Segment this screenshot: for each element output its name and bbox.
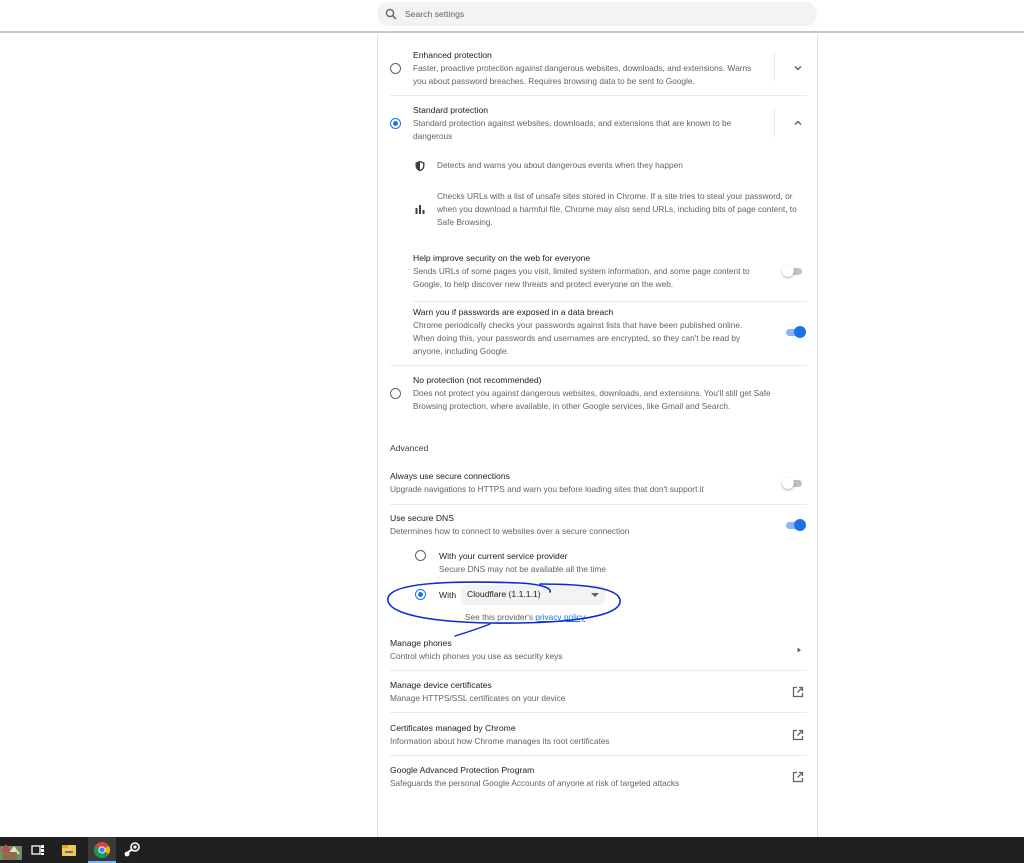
expand-enhanced-button[interactable]	[791, 61, 805, 75]
secure-dns-toggle[interactable]	[784, 519, 806, 531]
password-breach-title: Warn you if passwords are exposed in a d…	[413, 307, 614, 317]
device-certificates-desc: Manage HTTPS/SSL certificates on your de…	[390, 693, 566, 703]
external-link-icon	[792, 686, 804, 698]
divider	[390, 755, 807, 756]
toggle-knob	[782, 265, 794, 277]
help-improve-title: Help improve security on the web for eve…	[413, 253, 591, 263]
dns-current-provider-radio[interactable]	[415, 550, 426, 561]
settings-toolbar	[0, 0, 1024, 33]
dropdown-caret-icon	[591, 593, 599, 597]
shield-icon	[414, 160, 426, 172]
dns-current-provider-desc: Secure DNS may not be available all the …	[439, 564, 606, 574]
help-improve-toggle[interactable]	[782, 265, 804, 277]
advanced-protection-title: Google Advanced Protection Program	[390, 765, 535, 775]
chrome-certificates-button[interactable]	[791, 728, 805, 742]
enhanced-protection-desc: Faster, proactive protection against dan…	[413, 63, 752, 86]
toggle-knob	[794, 326, 806, 338]
standard-detail-urls: Checks URLs with a list of unsafe sites …	[437, 191, 797, 227]
manage-phones-title: Manage phones	[390, 638, 452, 648]
dns-provider-value: Cloudflare (1.1.1.1)	[467, 589, 541, 599]
external-link-icon	[792, 729, 804, 741]
password-breach-toggle[interactable]	[784, 326, 806, 338]
device-certificates-title: Manage device certificates	[390, 680, 492, 690]
device-certificates-button[interactable]	[791, 685, 805, 699]
secure-dns-desc: Determines how to connect to websites ov…	[390, 526, 630, 536]
dns-policy-text: See this provider's privacy policy	[465, 611, 745, 624]
bar-chart-icon	[414, 203, 426, 215]
divider	[390, 365, 807, 366]
steam-icon[interactable]	[122, 840, 142, 860]
dns-custom-label: With	[439, 590, 457, 600]
dns-provider-select[interactable]: Cloudflare (1.1.1.1)	[461, 585, 605, 605]
manage-phones-desc: Control which phones you use as security…	[390, 651, 563, 661]
dns-policy-prefix: See this provider's	[465, 612, 536, 622]
divider	[774, 53, 775, 81]
widgets-icon[interactable]	[0, 840, 22, 860]
standard-protection-title: Standard protection	[413, 105, 489, 115]
chevron-down-icon	[794, 65, 802, 71]
divider	[390, 670, 807, 671]
external-link-icon	[792, 771, 804, 783]
no-protection-title: No protection (not recommended)	[413, 375, 542, 385]
secure-connections-title: Always use secure connections	[390, 471, 510, 481]
help-improve-desc: Sends URLs of some pages you visit, limi…	[413, 266, 750, 289]
divider	[774, 109, 775, 137]
search-icon	[385, 8, 397, 20]
enhanced-protection-radio[interactable]	[390, 63, 401, 74]
search-input[interactable]	[405, 5, 805, 23]
chevron-up-icon	[794, 120, 802, 126]
chrome-certificates-desc: Information about how Chrome manages its…	[390, 736, 610, 746]
dns-custom-provider-radio[interactable]	[415, 589, 426, 600]
enhanced-protection-title: Enhanced protection	[413, 50, 492, 60]
advanced-protection-button[interactable]	[791, 770, 805, 784]
collapse-standard-button[interactable]	[791, 116, 805, 130]
dns-current-provider-title: With your current service provider	[439, 551, 568, 561]
chrome-icon[interactable]	[92, 840, 112, 860]
file-explorer-icon[interactable]	[59, 840, 79, 860]
divider	[390, 504, 807, 505]
standard-protection-desc: Standard protection against websites, do…	[413, 118, 732, 141]
password-breach-desc: Chrome periodically checks your password…	[413, 320, 743, 356]
manage-phones-button[interactable]	[792, 643, 806, 657]
standard-detail-realtime: Detects and warns you about dangerous ev…	[437, 160, 683, 170]
search-box[interactable]	[377, 2, 817, 26]
os-taskbar	[0, 837, 1024, 863]
advanced-protection-desc: Safeguards the personal Google Accounts …	[390, 778, 680, 788]
no-protection-desc: Does not protect you against dangerous w…	[413, 388, 771, 411]
divider	[390, 95, 807, 96]
divider	[390, 712, 807, 713]
chrome-certificates-title: Certificates managed by Chrome	[390, 723, 516, 733]
divider	[413, 301, 807, 302]
secure-dns-title: Use secure DNS	[390, 513, 454, 523]
secure-connections-desc: Upgrade navigations to HTTPS and warn yo…	[390, 484, 704, 494]
standard-protection-radio[interactable]	[390, 118, 401, 129]
toggle-knob	[782, 477, 794, 489]
toggle-knob	[794, 519, 806, 531]
secure-connections-toggle[interactable]	[782, 477, 804, 489]
advanced-heading: Advanced	[390, 443, 429, 453]
privacy-policy-link[interactable]: privacy policy	[535, 612, 585, 622]
task-view-icon[interactable]	[28, 840, 48, 860]
no-protection-radio[interactable]	[390, 388, 401, 399]
security-settings-card: Enhanced protection Faster, proactive pr…	[377, 35, 818, 837]
arrow-right-icon	[797, 647, 801, 653]
